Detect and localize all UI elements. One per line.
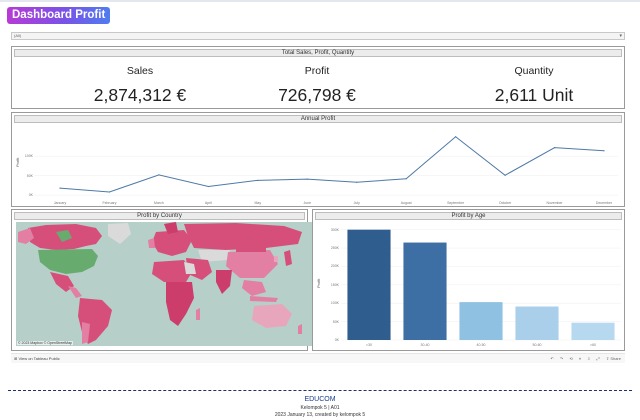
annual-point [603,150,605,152]
map-country-japan [284,250,292,266]
annual-point [207,185,209,188]
filter-dropdown[interactable]: (All) ▾ [11,32,625,40]
share-label: Share [610,356,621,361]
footer-subtitle: Kelompok 5 | A01 [300,405,340,411]
annual-profit-chart[interactable] [12,113,626,208]
annual-point [306,178,308,180]
age-bar [571,322,615,340]
world-map-shapes [18,222,302,344]
map-country-russia [184,223,302,250]
revert-icon[interactable]: ⟲ [569,356,572,361]
map-country-usa [38,249,98,274]
top-bar [0,0,640,2]
annual-point [356,181,358,183]
view-on-tableau-link[interactable]: ⊞ View on Tableau Public [14,356,60,361]
footer-credit: 2023 January 13, created by kelompok 5 [274,412,366,418]
age-bar [515,306,559,340]
kpi-label: Quantity [514,65,554,77]
kpi-profit: Profit 726,798 € [227,65,407,106]
tableau-icon: ⊞ [14,356,18,361]
kpi-label: Profit [304,65,330,77]
annual-point [158,174,160,176]
age-bar [459,302,503,340]
map-country-central-africa [166,282,194,326]
map-country-mongolia [236,246,266,252]
footer-divider [8,390,632,391]
annual-point [405,178,407,180]
pause-icon[interactable]: ⏸ [579,356,581,361]
map-country-indonesia [250,296,278,302]
redo-icon[interactable]: ↷ [560,356,563,361]
map-country-australia [252,304,292,328]
age-bar [403,242,447,340]
map-country-india [216,270,232,294]
map-country-greenland [108,223,131,244]
view-on-label: View on Tableau Public [18,356,60,361]
profit-map[interactable]: © 2023 Mapbox © OpenStreetMap [16,222,312,346]
kpi-sales: Sales 2,874,312 € [50,65,230,106]
age-panel: Profit by Age Profit 0K 50K 100K 150K 200K 25… [312,209,625,351]
dashboard-title: Dashboard Profit [7,7,111,24]
map-country-china [226,250,278,278]
map-country-uk [148,238,155,248]
toolbar-actions: ↶ ↷ ⟲ ⏸ ⇩ ⤢ ⇧ Share [545,356,621,361]
annual-profit-panel: Annual Profit Profit 0K 50K 100K January Feb… [11,112,625,207]
kpi-quantity: Quantity 2,611 Unit [444,65,624,106]
kpi-panel: Total Sales, Profit, Quantity Sales 2,87… [11,46,625,109]
annual-point [455,136,457,138]
chevron-down-icon: ▾ [619,33,622,39]
share-button[interactable]: ⇧ Share [606,356,621,361]
kpi-value: 726,798 € [278,85,356,105]
map-country-new-zealand [298,324,302,334]
footer-title: EDUCOM [304,396,336,403]
kpi-value: 2,874,312 € [93,85,187,105]
map-country-madagascar [196,308,200,320]
download-icon[interactable]: ⇩ [587,356,590,361]
age-bar [347,229,391,340]
map-country-central-america [68,286,82,298]
map-attribution: © 2023 Mapbox © OpenStreetMap [17,341,73,345]
country-panel-header: Profit by Country [14,212,305,220]
tableau-toolbar: ⊞ View on Tableau Public ↶ ↷ ⟲ ⏸ ⇩ ⤢ ⇧ S… [11,353,625,363]
share-icon: ⇧ [605,356,610,361]
fullscreen-icon[interactable]: ⤢ [597,356,600,361]
kpi-panel-header: Total Sales, Profit, Quantity [14,49,622,57]
map-country-korea [274,256,278,262]
kpi-value: 2,611 Unit [494,85,574,105]
annual-point [59,187,61,189]
filter-value: (All) [14,33,22,38]
annual-point [108,191,111,193]
annual-point [504,174,506,176]
map-country-se-asia [242,280,266,296]
annual-point [553,147,556,149]
annual-point [257,179,259,181]
map-country-europe [152,230,192,256]
country-panel: Profit by Country © 2023 Mapbox © OpenSt… [11,209,312,351]
kpi-label: Sales [126,65,154,77]
profit-by-age-chart[interactable] [313,210,626,352]
undo-icon[interactable]: ↶ [550,356,553,361]
annual-profit-line [59,136,605,193]
